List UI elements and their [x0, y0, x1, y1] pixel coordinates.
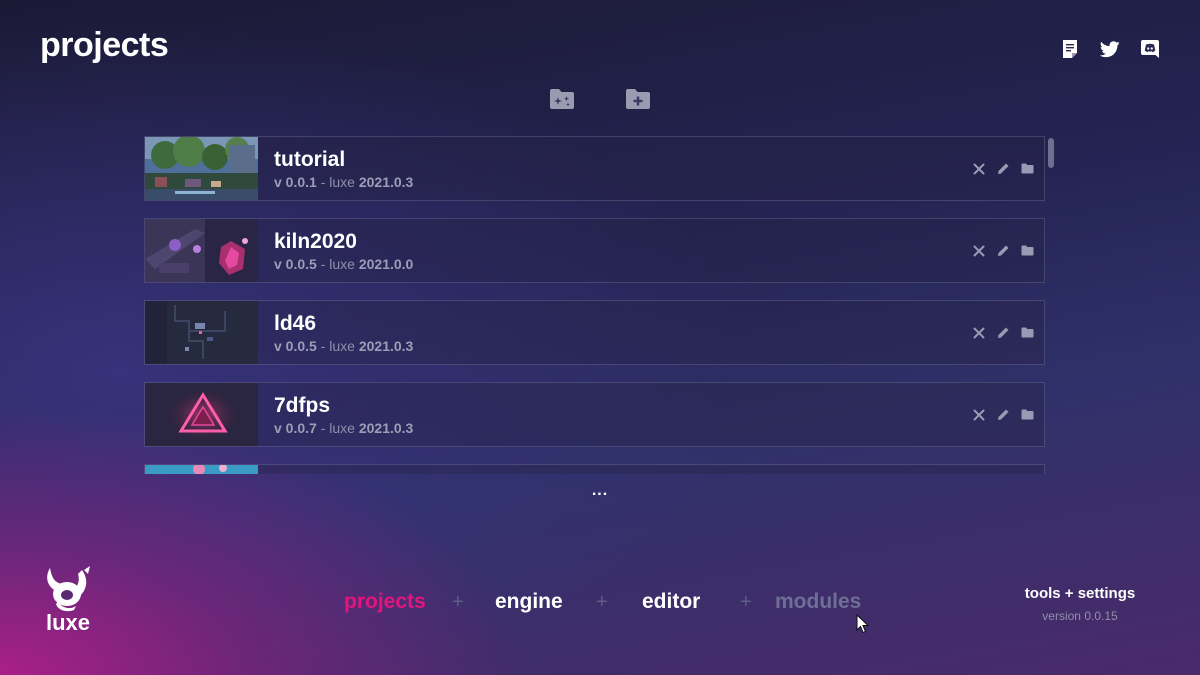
card-actions — [972, 162, 1044, 176]
close-icon[interactable] — [972, 408, 986, 422]
project-card[interactable]: ld46 v 0.0.5 - luxe 2021.0.3 — [144, 300, 1045, 365]
project-version: v 0.0.5 — [274, 337, 317, 354]
mouse-cursor-icon — [856, 613, 870, 634]
project-version: v 0.0.1 — [274, 173, 317, 190]
nav-editor[interactable]: editor — [642, 588, 700, 616]
app-version: version 0.0.15 — [1042, 609, 1118, 623]
nav-modules[interactable]: modules — [775, 588, 861, 616]
project-card-partial[interactable] — [144, 464, 1045, 474]
project-meta-separator: - luxe — [316, 173, 359, 190]
tutorial-thumbnail — [145, 137, 258, 200]
folder-icon[interactable] — [1020, 408, 1034, 422]
nav-engine[interactable]: engine — [495, 588, 563, 616]
project-card[interactable]: 7dfps v 0.0.7 - luxe 2021.0.3 — [144, 382, 1045, 447]
nav-separator: + — [452, 591, 464, 613]
add-project-folder-icon[interactable] — [625, 88, 651, 112]
project-name: 7dfps — [274, 393, 331, 417]
nav-projects[interactable]: projects — [344, 588, 426, 616]
tools-settings-link[interactable]: tools + settings — [1000, 585, 1160, 603]
tools-settings: tools + settings version 0.0.15 — [1000, 585, 1160, 623]
7dfps-thumbnail — [145, 383, 258, 446]
twitter-icon[interactable] — [1100, 38, 1120, 60]
project-meta: v 0.0.5 - luxe 2021.0.0 — [274, 256, 972, 272]
project-name: kiln2020 — [274, 229, 357, 253]
edit-icon[interactable] — [996, 162, 1010, 176]
list-scrollbar[interactable] — [1048, 138, 1054, 168]
engine-version: 2021.0.3 — [358, 419, 414, 436]
nav-separator: + — [740, 591, 752, 613]
project-name: tutorial — [274, 147, 346, 171]
discord-icon[interactable] — [1140, 38, 1160, 60]
project-name: ld46 — [274, 311, 317, 335]
ld46-thumbnail — [145, 301, 258, 364]
notes-icon[interactable] — [1060, 38, 1080, 60]
engine-version: 2021.0.3 — [358, 337, 414, 354]
page-title: projects — [40, 26, 169, 64]
engine-version: 2021.0.0 — [358, 255, 414, 272]
folder-icon[interactable] — [1020, 162, 1034, 176]
close-icon[interactable] — [972, 326, 986, 340]
project-meta-separator: - luxe — [316, 337, 359, 354]
edit-icon[interactable] — [996, 326, 1010, 340]
project-folder-actions — [0, 88, 1200, 112]
folder-icon[interactable] — [1020, 244, 1034, 258]
project-version: v 0.0.7 — [274, 419, 317, 436]
engine-version: 2021.0.3 — [358, 173, 414, 190]
close-icon[interactable] — [972, 162, 986, 176]
edit-icon[interactable] — [996, 244, 1010, 258]
project-meta-separator: - luxe — [316, 419, 359, 436]
kiln2020-thumbnail — [145, 219, 258, 282]
new-project-icon[interactable] — [549, 88, 575, 112]
project-version: v 0.0.5 — [274, 255, 317, 272]
card-actions — [972, 408, 1044, 422]
close-icon[interactable] — [972, 244, 986, 258]
project-card[interactable]: kiln2020 v 0.0.5 - luxe 2021.0.0 — [144, 218, 1045, 283]
edit-icon[interactable] — [996, 408, 1010, 422]
card-actions — [972, 244, 1044, 258]
header-links — [1060, 38, 1160, 60]
project-meta-separator: - luxe — [316, 255, 359, 272]
card-actions — [972, 326, 1044, 340]
nav-separator: + — [596, 591, 608, 613]
project-list[interactable]: tutorial v 0.0.1 - luxe 2021.0.3 kiln202… — [144, 136, 1045, 474]
project-meta: v 0.0.7 - luxe 2021.0.3 — [274, 420, 972, 436]
list-more-indicator[interactable]: ... — [0, 482, 1200, 500]
project-meta: v 0.0.1 - luxe 2021.0.3 — [274, 174, 972, 190]
project-card[interactable]: tutorial v 0.0.1 - luxe 2021.0.3 — [144, 136, 1045, 201]
project-meta: v 0.0.5 - luxe 2021.0.3 — [274, 338, 972, 354]
partial-project-thumbnail — [145, 465, 258, 474]
folder-icon[interactable] — [1020, 326, 1034, 340]
